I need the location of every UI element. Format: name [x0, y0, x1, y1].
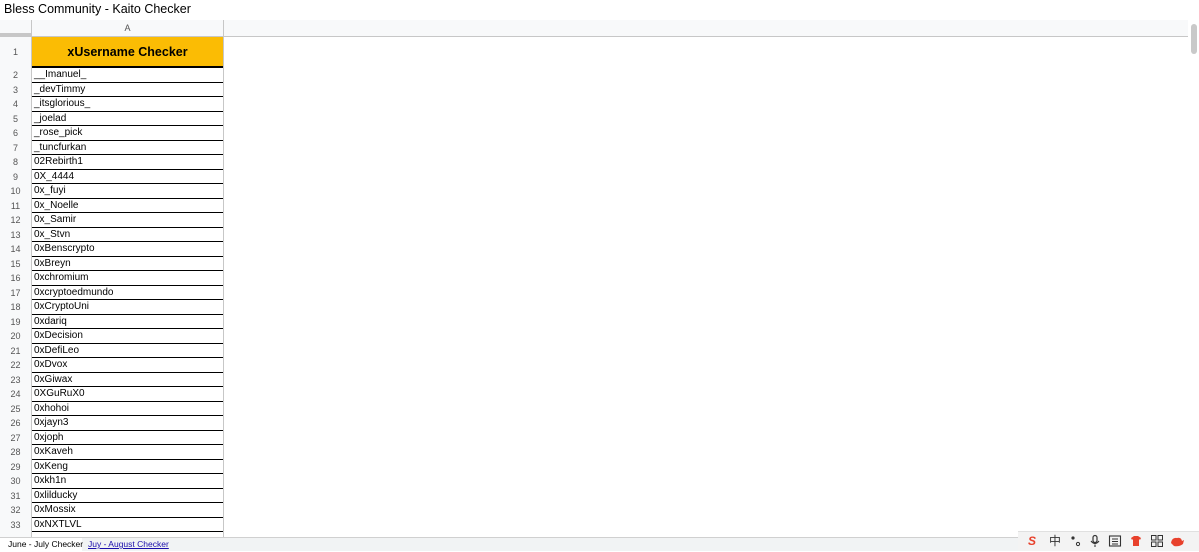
- table-cell[interactable]: _devTimmy: [32, 83, 223, 97]
- row-number[interactable]: 10: [0, 184, 31, 199]
- row-number[interactable]: 3: [0, 83, 31, 98]
- row-number[interactable]: 7: [0, 141, 31, 156]
- table-cell[interactable]: 0x_Samir: [32, 213, 223, 228]
- table-cell[interactable]: 0xlilducky: [32, 489, 223, 503]
- row-number[interactable]: 19: [0, 315, 31, 330]
- vertical-scrollbar-thumb[interactable]: [1191, 24, 1197, 54]
- row-number[interactable]: 33: [0, 518, 31, 533]
- table-cell[interactable]: 02Rebirth1: [32, 155, 223, 170]
- chinese-mode-icon[interactable]: 中: [1047, 534, 1063, 549]
- row-number[interactable]: 17: [0, 286, 31, 301]
- select-all-corner[interactable]: [0, 20, 32, 37]
- row-number[interactable]: 29: [0, 460, 31, 475]
- row-number[interactable]: 23: [0, 373, 31, 388]
- table-cell[interactable]: 0xjayn3: [32, 416, 223, 431]
- table-cell[interactable]: 0xDvox: [32, 358, 223, 373]
- ime-toolbar: S 中: [1018, 531, 1199, 551]
- row-number[interactable]: 15: [0, 257, 31, 272]
- table-cell[interactable]: 0xcryptoedmundo: [32, 286, 223, 300]
- tab-july-august-checker[interactable]: Juy - August Checker: [88, 538, 169, 551]
- row-number[interactable]: 1: [0, 37, 31, 68]
- table-cell[interactable]: 0xhohoi: [32, 402, 223, 416]
- row-number[interactable]: 32: [0, 503, 31, 518]
- table-cell[interactable]: 0xjoph: [32, 431, 223, 445]
- table-cell[interactable]: 0xBenscrypto: [32, 242, 223, 257]
- row-number[interactable]: 13: [0, 228, 31, 243]
- table-cell[interactable]: 0xDecision: [32, 329, 223, 344]
- row-number[interactable]: 4: [0, 97, 31, 112]
- table-cell[interactable]: _tuncfurkan: [32, 141, 223, 155]
- table-cell[interactable]: 0xkh1n: [32, 474, 223, 489]
- table-cell[interactable]: 0xdariq: [32, 315, 223, 329]
- table-cell[interactable]: 0X_4444: [32, 170, 223, 184]
- table-cell[interactable]: _joelad: [32, 112, 223, 126]
- table-cell[interactable]: 0xCryptoUni: [32, 300, 223, 315]
- row-number[interactable]: 11: [0, 199, 31, 214]
- column-a: xUsername Checker __Imanuel_ _devTimmy _it…: [32, 37, 224, 537]
- table-cell[interactable]: _itsglorious_: [32, 97, 223, 112]
- table-cell[interactable]: 0x_Stvn: [32, 228, 223, 242]
- punctuation-icon[interactable]: [1068, 534, 1084, 549]
- sogou-s-icon[interactable]: S: [1024, 534, 1040, 549]
- row-number[interactable]: 2: [0, 68, 31, 83]
- row-number[interactable]: 21: [0, 344, 31, 359]
- row-number[interactable]: 14: [0, 242, 31, 257]
- column-header-a[interactable]: A: [32, 20, 224, 37]
- row-number[interactable]: 6: [0, 126, 31, 141]
- row-number[interactable]: 25: [0, 402, 31, 417]
- table-cell[interactable]: 0xKaveh: [32, 445, 223, 460]
- table-cell[interactable]: 0xchromium: [32, 271, 223, 286]
- table-cell[interactable]: 0xBreyn: [32, 257, 223, 271]
- row-number[interactable]: 26: [0, 416, 31, 431]
- grid-icon[interactable]: [1149, 534, 1165, 549]
- table-cell[interactable]: 0XGuRuX0: [32, 387, 223, 402]
- row-number[interactable]: 20: [0, 329, 31, 344]
- row-number[interactable]: 28: [0, 445, 31, 460]
- table-cell[interactable]: __Imanuel_: [32, 68, 223, 83]
- table-cell[interactable]: 0xKeng: [32, 460, 223, 474]
- tab-june-july-checker[interactable]: June - July Checker: [0, 538, 83, 551]
- window-title: Bless Community - Kaito Checker: [0, 0, 1199, 20]
- row-number[interactable]: 18: [0, 300, 31, 315]
- row-number[interactable]: 27: [0, 431, 31, 446]
- table-cell[interactable]: 0x_fuyi: [32, 184, 223, 199]
- header-cell-xusername-checker[interactable]: xUsername Checker: [32, 37, 223, 68]
- row-number[interactable]: 5: [0, 112, 31, 127]
- row-number[interactable]: 24: [0, 387, 31, 402]
- row-number[interactable]: 9: [0, 170, 31, 185]
- row-number-gutter: 1 2 3 4 5 6 7 8 9 10 11 12 13 14 15 16 17 18 19 20 21 22 23 24…: [0, 37, 32, 537]
- row-number[interactable]: 30: [0, 474, 31, 489]
- microphone-icon[interactable]: [1087, 534, 1103, 549]
- column-header-bar: [224, 20, 1190, 37]
- table-cell[interactable]: _rose_pick: [32, 126, 223, 141]
- row-number[interactable]: 8: [0, 155, 31, 170]
- toolbox-icon[interactable]: [1169, 534, 1185, 549]
- table-cell[interactable]: 0x_Noelle: [32, 199, 223, 213]
- table-cell[interactable]: 0xDefiLeo: [32, 344, 223, 358]
- table-cell[interactable]: 0xMossix: [32, 503, 223, 518]
- keyboard-icon[interactable]: [1107, 534, 1123, 549]
- table-cell[interactable]: 0xNXTLVL: [32, 518, 223, 532]
- row-number[interactable]: 16: [0, 271, 31, 286]
- row-number[interactable]: 22: [0, 358, 31, 373]
- row-number[interactable]: 31: [0, 489, 31, 504]
- table-cell[interactable]: 0xGiwax: [32, 373, 223, 387]
- row-number[interactable]: 12: [0, 213, 31, 228]
- skin-icon[interactable]: [1128, 534, 1144, 549]
- vertical-scrollbar-track[interactable]: [1188, 20, 1199, 537]
